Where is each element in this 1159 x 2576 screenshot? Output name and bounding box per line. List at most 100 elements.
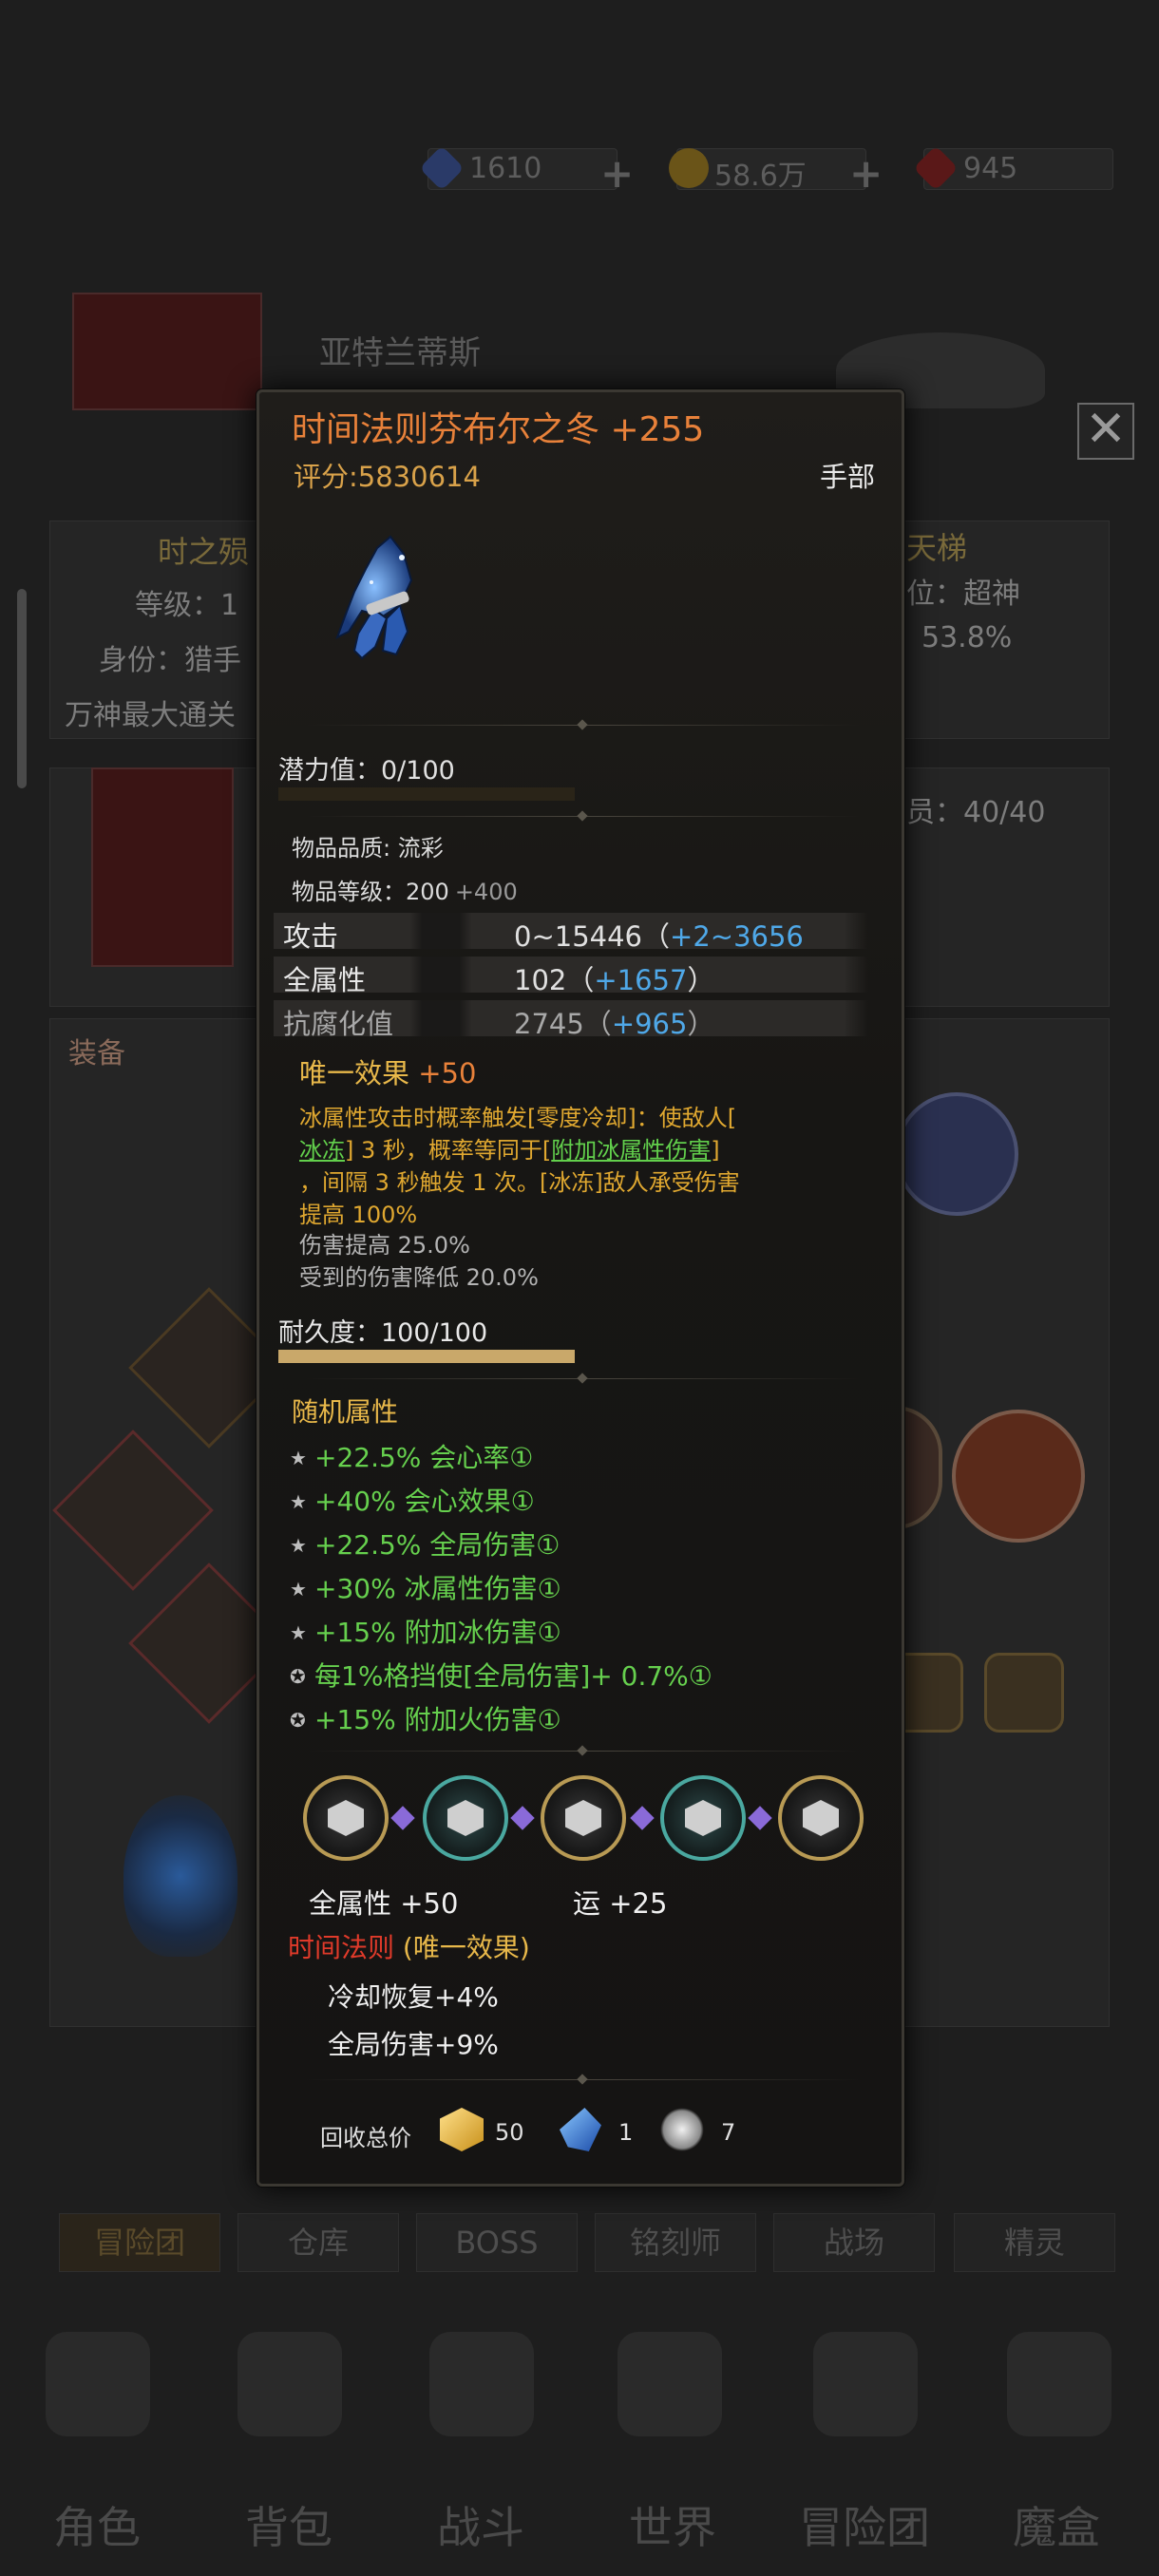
nav-battle[interactable]: 战斗	[386, 2493, 576, 2556]
stat-value: 2745（+965）	[514, 1008, 715, 1040]
recycle-value-shard: 1	[618, 2119, 634, 2146]
durability-bar-fill	[278, 1350, 575, 1363]
tab-warehouse[interactable]: 仓库	[238, 2213, 399, 2272]
item-level-value: 200	[406, 879, 449, 905]
stat-row-attack: 攻击 0~15446（+2~3656	[274, 913, 893, 953]
stat-value: 0~15446（+2~3656	[514, 920, 804, 953]
item-level-bonus: +400	[454, 879, 518, 905]
rune-gem-icon[interactable]	[778, 1775, 864, 1861]
random-attr-3: ★ +22.5% 全局伤害①	[290, 1529, 560, 1561]
scroll-icon[interactable]	[618, 2332, 722, 2436]
gold-coin-icon	[669, 148, 709, 188]
unique-effect-line-5: 伤害提高 25.0%	[299, 1232, 470, 1259]
section-divider	[307, 725, 860, 726]
add-gold-button[interactable]: +	[849, 150, 883, 197]
left-title: 时之殒	[158, 534, 250, 570]
scrollbar[interactable]	[17, 589, 27, 788]
item-tooltip: 时间法则芬布尔之冬 +255 评分:5830614 手部 潜力值：0/100 物…	[256, 389, 904, 2187]
nav-backpack[interactable]: 背包	[194, 2493, 384, 2556]
random-attr-6: ✪ 每1%格挡使[全局伤害]+ 0.7%①	[290, 1660, 712, 1692]
random-attr-7: ✪ +15% 附加火伤害①	[290, 1704, 561, 1735]
random-attr-2: ★ +40% 会心效果①	[290, 1486, 535, 1517]
unique-effect-title: 唯一效果 +50	[299, 1057, 477, 1089]
unique-effect-line-6: 受到的伤害降低 20.0%	[299, 1264, 539, 1291]
blue-shard-icon	[560, 2108, 601, 2151]
star-icon: ★	[290, 1578, 307, 1601]
fire-warrior-skill-icon[interactable]	[952, 1410, 1085, 1543]
ladder-rank: 位：超神	[906, 578, 1020, 611]
nav-magic-box[interactable]: 魔盒	[961, 2493, 1151, 2556]
nav-adventure-team[interactable]: 冒险团	[770, 2493, 960, 2556]
stat-name: 抗腐化值	[283, 1008, 394, 1040]
close-button[interactable]: ✕	[1077, 403, 1134, 460]
add-crystal-button[interactable]: +	[600, 150, 634, 197]
rune-gem-icon[interactable]	[660, 1775, 746, 1861]
gem-bonus-luck: 运 +25	[573, 1887, 668, 1920]
section-divider	[307, 816, 860, 817]
tab-battlefield[interactable]: 战场	[773, 2213, 935, 2272]
unique-effect-desc-3: ，间隔 3 秒触发 1 次。[冰冻]敌人承受伤害	[299, 1169, 740, 1196]
gem-link-icon	[748, 1806, 772, 1830]
castle-icon[interactable]	[813, 2332, 918, 2436]
tab-engraver[interactable]: 铭刻师	[595, 2213, 756, 2272]
guild-banner	[91, 767, 234, 967]
spiral-essence-icon	[660, 2108, 704, 2151]
tab-adventure-team[interactable]: 冒险团	[59, 2213, 220, 2272]
ice-flame-skill-icon[interactable]	[895, 1092, 1018, 1216]
gem-count: 945	[963, 152, 1018, 185]
section-divider	[307, 2079, 860, 2080]
stat-name: 全属性	[283, 964, 367, 996]
item-level-label: 物品等级：	[292, 879, 406, 905]
unique-effect-desc-1: 冰属性攻击时概率触发[零度冷却]：使敌人[	[299, 1105, 737, 1131]
rune-gem-icon[interactable]	[541, 1775, 626, 1861]
nav-world[interactable]: 世界	[578, 2493, 768, 2556]
blue-flame-icon[interactable]	[124, 1795, 238, 1957]
gem-link-icon	[390, 1806, 415, 1830]
durability-bar	[278, 1350, 575, 1363]
star-icon: ★	[290, 1490, 307, 1513]
potential-text: 潜力值：0/100	[278, 756, 455, 786]
durability-text: 耐久度：100/100	[278, 1318, 488, 1348]
tab-spirit[interactable]: 精灵	[954, 2213, 1115, 2272]
backpack-icon[interactable]	[238, 2332, 342, 2436]
box-icon[interactable]	[984, 1653, 1064, 1733]
identity-text: 身份：猎手	[99, 644, 241, 677]
unique-effect-desc-4: 提高 100%	[299, 1202, 418, 1228]
crystal-count: 1610	[469, 152, 542, 185]
stat-name: 攻击	[283, 920, 339, 953]
gem-link-icon	[630, 1806, 655, 1830]
gem-link-icon	[510, 1806, 535, 1830]
item-name: 时间法则芬布尔之冬 +255	[292, 410, 705, 449]
random-attr-1: ★ +22.5% 会心率①	[290, 1442, 534, 1473]
helmet-icon[interactable]	[46, 2332, 150, 2436]
ladder-rate: ：53.8%	[893, 621, 1013, 654]
item-slot: 手部	[820, 461, 876, 493]
tab-boss[interactable]: BOSS	[416, 2213, 578, 2272]
set-title: 时间法则 (唯一效果)	[288, 1932, 530, 1963]
gem-bonus-all-attributes: 全属性 +50	[309, 1887, 459, 1920]
item-level-row: 物品等级：200 +400	[292, 873, 518, 906]
gold-count: 58.6万	[714, 160, 807, 193]
stat-value: 102（+1657）	[514, 964, 715, 996]
nav-role[interactable]: 角色	[2, 2493, 192, 2556]
ladder-title: 天梯	[906, 530, 968, 566]
sword-shield-icon[interactable]	[429, 2332, 534, 2436]
guild-emblem	[72, 293, 262, 410]
rune-gem-icon[interactable]	[423, 1775, 508, 1861]
pass-text: 万神最大通关	[65, 699, 236, 732]
section-divider	[307, 1378, 860, 1379]
random-attributes-title: 随机属性	[292, 1396, 399, 1428]
rune-gem-icon[interactable]	[303, 1775, 389, 1861]
recycle-value-gold: 50	[495, 2119, 524, 2146]
set-effect-2: 全局伤害+9%	[328, 2029, 499, 2060]
recycle-value-essence: 7	[721, 2119, 736, 2146]
random-attr-4: ★ +30% 冰属性伤害①	[290, 1573, 561, 1604]
equip-label: 装备	[68, 1037, 125, 1070]
level-text: 等级：1	[135, 589, 239, 622]
stat-row-anti-corruption: 抗腐化值 2745（+965）	[274, 1000, 893, 1040]
recycle-label: 回收总价	[320, 2125, 411, 2151]
potential-bar	[278, 787, 575, 801]
cube-icon[interactable]	[1007, 2332, 1112, 2436]
ice-gauntlet-icon	[316, 525, 459, 668]
player-name: 亚特兰蒂斯	[319, 334, 481, 372]
